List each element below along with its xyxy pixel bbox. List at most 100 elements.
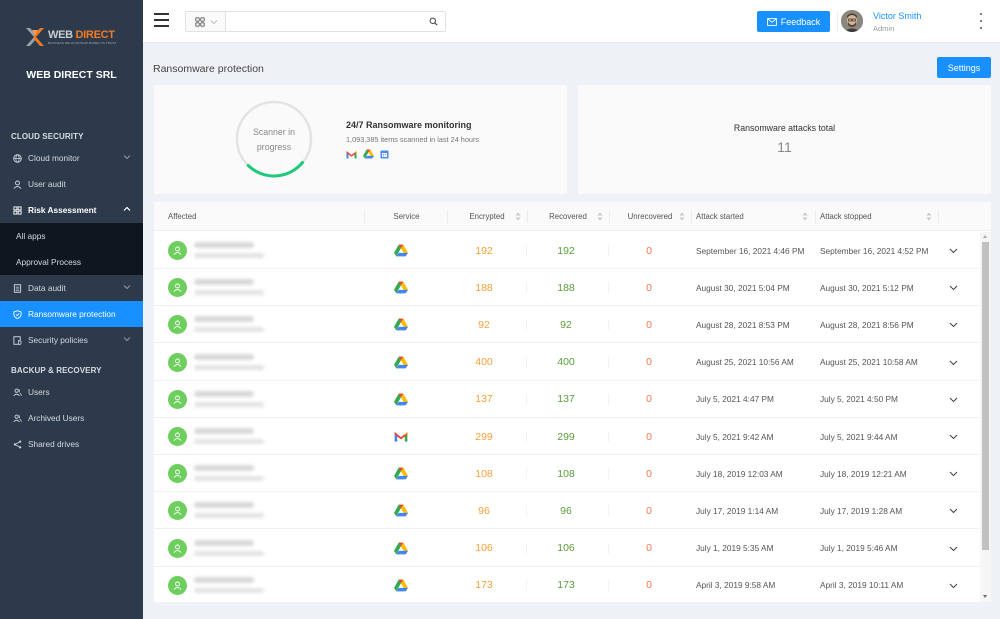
avatar[interactable] <box>841 10 863 32</box>
attacks-total-title: Ransomware attacks total <box>733 123 836 133</box>
table-row[interactable]: 108 108 0 July 18, 2019 12:03 AM July 18, 20… <box>154 455 979 493</box>
sidebar-item-data-audit[interactable]: Data audit <box>0 275 143 301</box>
expand-row-chevron-icon[interactable] <box>949 358 958 367</box>
expand-row-chevron-icon[interactable] <box>949 283 958 292</box>
document-icon <box>12 283 22 293</box>
recovered-count: 92 <box>560 318 572 331</box>
expand-row-chevron-icon[interactable] <box>949 506 958 515</box>
expand-row-chevron-icon[interactable] <box>949 581 958 590</box>
chevron-down-icon <box>123 155 131 160</box>
google-drive-icon <box>394 393 408 406</box>
table-row[interactable]: 188 188 0 August 30, 2021 5:04 PM August 30,… <box>154 269 979 307</box>
attack-started: July 18, 2019 12:03 AM <box>696 468 783 479</box>
user-icon <box>12 179 22 189</box>
sort-icon[interactable] <box>926 212 932 221</box>
sidebar-item-archived-users[interactable]: Archived Users <box>0 405 143 431</box>
sort-icon[interactable] <box>679 212 685 221</box>
google-drive-icon <box>394 505 408 517</box>
chevron-down-icon <box>123 285 131 290</box>
recovered-count: 96 <box>560 504 572 517</box>
expand-row-chevron-icon[interactable] <box>949 395 958 404</box>
attack-started: September 16, 2021 4:46 PM <box>696 245 805 256</box>
sidebar-item-cloud-monitor[interactable]: Cloud monitor <box>0 145 143 171</box>
attack-stopped: July 5, 2021 4:50 PM <box>820 394 898 405</box>
hamburger-menu-icon[interactable] <box>154 13 169 27</box>
logo[interactable]: WEB DIRECT BUSINESS RELATIONSHIP BASED O… <box>24 24 124 50</box>
sidebar-subitem-all-apps[interactable]: All apps <box>16 231 46 241</box>
column-header-attack-stopped[interactable]: Attack stopped <box>820 202 938 231</box>
user-avatar <box>168 352 187 372</box>
table-row[interactable]: 400 400 0 August 25, 2021 10:56 AM August 25… <box>154 343 979 381</box>
page-title: Ransomware protection <box>153 63 264 75</box>
column-header-unrecovered[interactable]: Unrecovered <box>609 202 691 231</box>
table-row[interactable]: 96 96 0 July 17, 2019 1:14 AM July 17, 2019 … <box>154 492 979 530</box>
google-drive-icon <box>394 356 408 368</box>
redacted-user-name <box>194 316 254 323</box>
unrecovered-count: 0 <box>646 467 652 480</box>
user-avatar <box>168 315 187 335</box>
calendar-icon <box>380 150 389 158</box>
sidebar-item-security-policies[interactable]: Security policies <box>0 327 143 353</box>
attack-started: July 5, 2021 4:47 PM <box>696 394 774 405</box>
scroll-thumb[interactable] <box>982 242 989 550</box>
sidebar-item-user-audit[interactable]: User audit <box>0 171 143 197</box>
encrypted-count: 188 <box>475 281 493 294</box>
search-box <box>185 11 446 32</box>
expand-row-chevron-icon[interactable] <box>949 320 958 329</box>
sort-icon[interactable] <box>515 212 521 221</box>
sidebar-item-ransomware-protection[interactable]: Ransomware protection <box>0 301 143 327</box>
table-row[interactable]: 106 106 0 July 1, 2019 5:35 AM July 1, 2019 … <box>154 529 979 567</box>
attack-stopped: April 3, 2019 10:11 AM <box>820 580 904 591</box>
feedback-button[interactable]: Feedback <box>757 11 830 32</box>
expand-row-chevron-icon[interactable] <box>949 246 958 255</box>
expand-row-chevron-icon[interactable] <box>949 432 958 441</box>
sort-icon[interactable] <box>802 212 808 221</box>
settings-button[interactable]: Settings <box>937 57 991 78</box>
search-icon[interactable] <box>429 17 438 26</box>
sidebar-item-label: Ransomware protection <box>28 309 116 319</box>
sidebar-item-risk-assessment[interactable]: Risk Assessment <box>0 197 143 223</box>
sidebar-subitem-approval-process[interactable]: Approval Process <box>16 257 81 267</box>
table-row[interactable]: 137 137 0 July 5, 2021 4:47 PM July 5, 2021 … <box>154 380 979 418</box>
expand-row-chevron-icon[interactable] <box>949 469 958 478</box>
table-row[interactable]: 173 173 0 April 3, 2019 9:58 AM April 3, 201… <box>154 566 979 602</box>
section-cloud-security: CLOUD SECURITY <box>11 132 84 141</box>
table-row[interactable]: 192 192 0 September 16, 2021 4:46 PM Septemb… <box>154 232 979 269</box>
user-role: Admin <box>873 24 895 33</box>
section-backup-recovery: BACKUP & RECOVERY <box>11 366 102 375</box>
column-header-encrypted[interactable]: Encrypted <box>447 202 527 231</box>
recovered-count: 400 <box>557 356 575 369</box>
divider <box>837 10 838 33</box>
recovered-count: 108 <box>557 467 575 480</box>
table-row[interactable]: 299 299 0 July 5, 2021 9:42 AM July 5, 2021 … <box>154 418 979 455</box>
table-scrollbar[interactable] <box>980 232 991 602</box>
sidebar-item-users[interactable]: Users <box>0 379 143 405</box>
scroll-down-arrow[interactable] <box>983 595 987 598</box>
ring-text-line2: progress <box>256 142 292 152</box>
sidebar: WEB DIRECT BUSINESS RELATIONSHIP BASED O… <box>0 0 143 619</box>
expand-row-chevron-icon[interactable] <box>949 544 958 553</box>
attack-started: April 3, 2019 9:58 AM <box>696 580 776 591</box>
chevron-up-icon <box>123 206 131 211</box>
user-avatar <box>168 278 187 298</box>
redacted-user-name <box>194 539 254 546</box>
sidebar-item-shared-drives[interactable]: Shared drives <box>0 431 143 457</box>
user-name[interactable]: Victor Smith <box>873 11 921 21</box>
sort-icon[interactable] <box>597 212 603 221</box>
app-switcher-dropdown[interactable] <box>186 12 226 31</box>
column-header-attack-started[interactable]: Attack started <box>696 202 814 231</box>
user-avatar <box>168 427 187 446</box>
redacted-user-email <box>194 401 264 407</box>
more-options-icon[interactable] <box>979 13 983 29</box>
search-input[interactable] <box>227 12 427 31</box>
table-row[interactable]: 92 92 0 August 28, 2021 8:53 PM August 28, 2… <box>154 306 979 344</box>
google-drive-icon <box>363 149 374 159</box>
logo-text-direct: DIRECT <box>75 29 115 41</box>
attack-started: July 1, 2019 5:35 AM <box>696 543 774 554</box>
user-avatar <box>168 389 187 409</box>
column-header-recovered[interactable]: Recovered <box>527 202 609 231</box>
topbar: Feedback Victor Smith Admin <box>143 0 1000 43</box>
encrypted-count: 106 <box>475 542 493 555</box>
unrecovered-count: 0 <box>646 318 652 331</box>
scroll-up-arrow[interactable] <box>983 235 987 238</box>
